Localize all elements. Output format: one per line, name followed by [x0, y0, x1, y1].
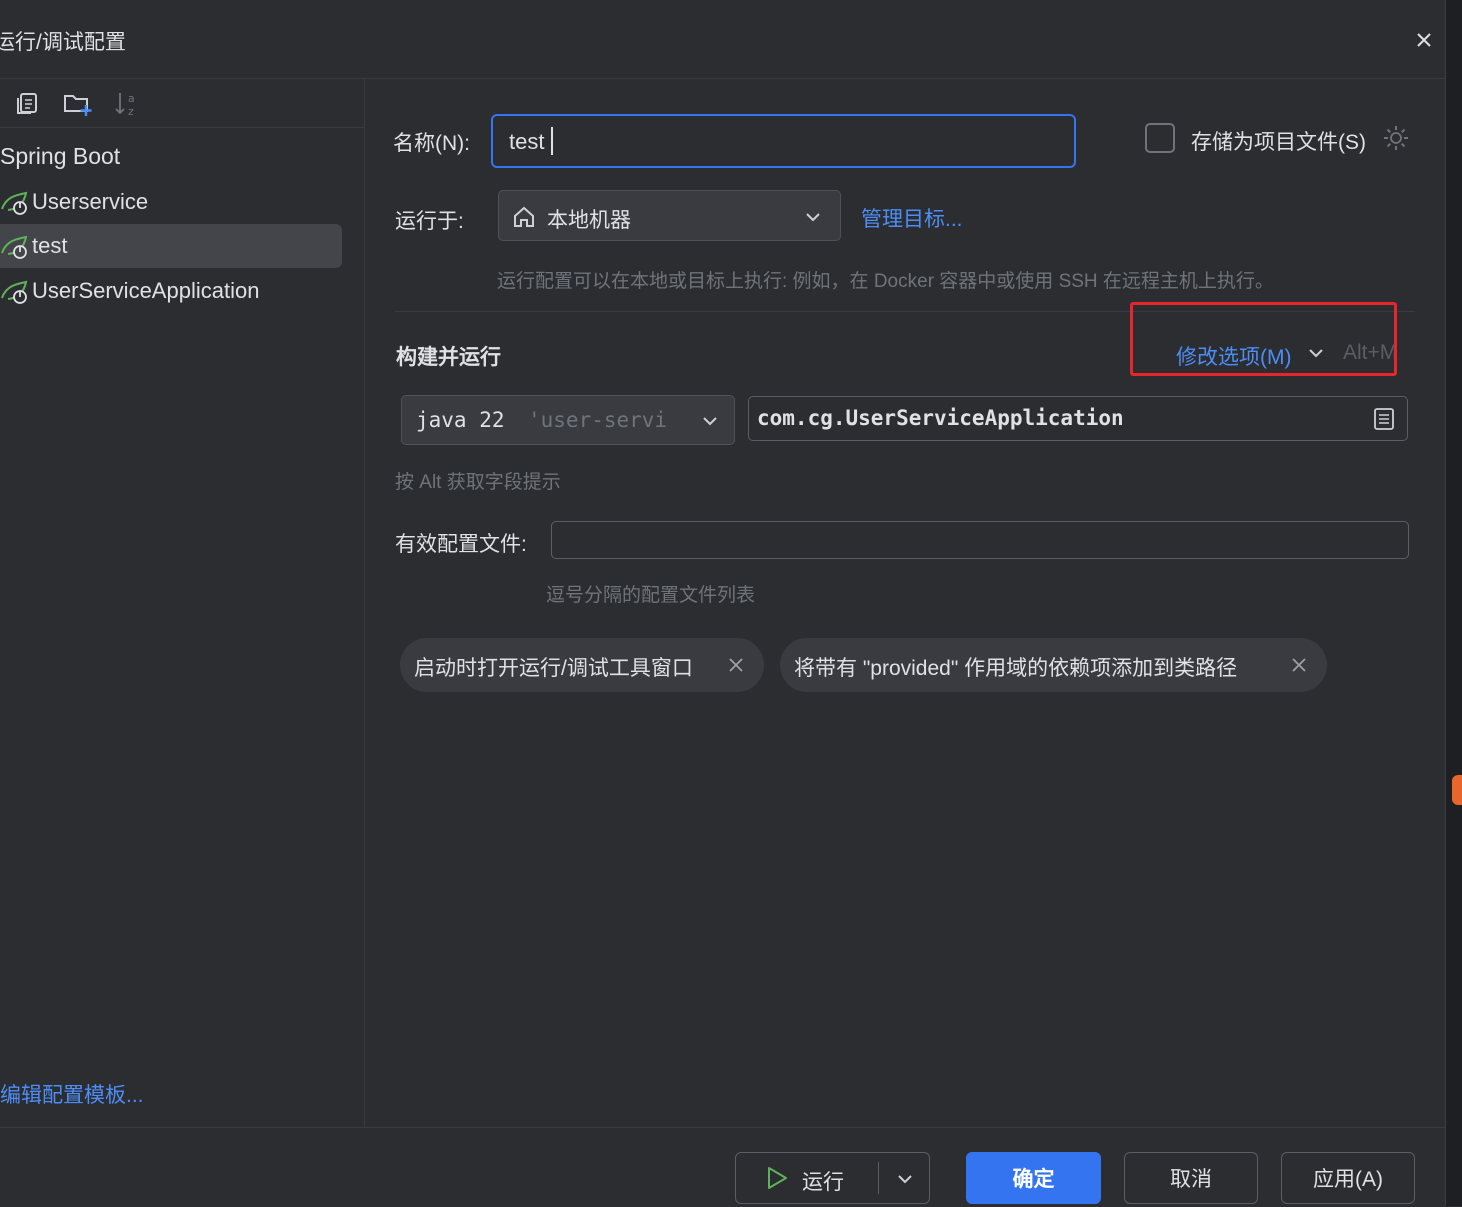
home-icon	[511, 204, 537, 230]
chip-label: 启动时打开运行/调试工具窗口	[414, 657, 693, 680]
cancel-button[interactable]: 取消	[1124, 1152, 1258, 1204]
profiles-hint: 逗号分隔的配置文件列表	[546, 585, 756, 606]
text-cursor	[551, 127, 553, 155]
run-on-dropdown[interactable]: 本地机器	[498, 190, 841, 241]
browse-file-icon[interactable]	[1371, 405, 1397, 433]
run-on-label: 运行于:	[395, 210, 464, 233]
run-on-value: 本地机器	[547, 209, 631, 232]
svg-text:z: z	[128, 105, 134, 118]
store-project-file-label[interactable]: 存储为项目文件(S)	[1191, 126, 1366, 156]
active-profiles-input[interactable]	[551, 521, 1409, 559]
option-chip-open-tool-window[interactable]: 启动时打开运行/调试工具窗口	[400, 638, 764, 692]
close-icon[interactable]	[1290, 656, 1308, 674]
copy-config-icon[interactable]	[14, 89, 42, 117]
close-icon[interactable]	[1410, 26, 1438, 54]
run-debug-dialog: 运行/调试配置 a z Spring Boot Userservice test…	[0, 0, 1445, 1206]
title-bar: 运行/调试配置	[0, 0, 1445, 79]
gear-icon[interactable]	[1381, 123, 1411, 153]
play-icon	[764, 1165, 790, 1191]
alt-hint: 按 Alt 获取字段提示	[395, 472, 561, 493]
run-button[interactable]: 运行	[735, 1152, 930, 1204]
section-title: 构建并运行	[396, 346, 501, 369]
spring-boot-icon	[0, 278, 30, 306]
run-on-hint: 运行配置可以在本地或目标上执行: 例如，在 Docker 容器中或使用 SSH …	[497, 271, 1274, 292]
svg-text:a: a	[128, 92, 135, 105]
sort-alpha-icon[interactable]: a z	[112, 89, 140, 118]
new-folder-icon[interactable]	[62, 89, 92, 117]
notification-badge	[1452, 775, 1462, 805]
tree-item-userserviceapplication[interactable]: UserServiceApplication	[0, 269, 342, 313]
tree-item-test[interactable]: test	[0, 224, 342, 268]
config-sidebar: a z Spring Boot Userservice test UserSer…	[0, 79, 365, 1127]
name-label: 名称(N):	[393, 132, 470, 155]
tree-item-label: Userservice	[32, 189, 149, 214]
active-profiles-label: 有效配置文件:	[395, 533, 527, 556]
chevron-down-icon	[803, 207, 823, 227]
jdk-version: java 22	[416, 408, 505, 432]
store-project-file-checkbox[interactable]	[1145, 123, 1175, 153]
name-input-value: test	[509, 129, 545, 154]
spring-boot-icon	[0, 189, 30, 217]
run-button-label: 运行	[802, 1171, 844, 1194]
option-chip-provided-scope[interactable]: 将带有 "provided" 作用域的依赖项添加到类路径	[780, 638, 1327, 692]
tree-item-userservice[interactable]: Userservice	[0, 180, 342, 224]
jdk-module: 'user-servi	[528, 408, 668, 432]
tree-item-label: test	[32, 233, 68, 258]
edit-templates-link[interactable]: 编辑配置模板...	[0, 1079, 144, 1109]
dialog-title: 运行/调试配置	[0, 31, 126, 54]
spring-boot-icon	[0, 233, 30, 261]
highlight-box	[1130, 302, 1397, 376]
jdk-dropdown[interactable]: java 22 'user-servi	[401, 395, 735, 445]
main-class-input[interactable]: com.cg.UserServiceApplication	[748, 396, 1408, 441]
spring-boot-group-title[interactable]: Spring Boot	[0, 143, 120, 170]
bottom-button-bar: 运行 确定 取消 应用(A)	[0, 1127, 1445, 1207]
tree-item-label: UserServiceApplication	[32, 278, 260, 303]
close-icon[interactable]	[727, 656, 745, 674]
apply-button[interactable]: 应用(A)	[1281, 1152, 1415, 1204]
config-form: 名称(N): test 存储为项目文件(S) 运行于: 本地机器 管理目标...…	[365, 79, 1445, 1127]
main-class-value: com.cg.UserServiceApplication	[757, 406, 1124, 430]
background-window-edge	[1445, 0, 1462, 1206]
manage-targets-link[interactable]: 管理目标...	[861, 203, 963, 233]
ok-button[interactable]: 确定	[966, 1152, 1101, 1204]
chevron-down-icon[interactable]	[894, 1168, 916, 1190]
chip-label: 将带有 "provided" 作用域的依赖项添加到类路径	[794, 657, 1238, 680]
split-divider	[878, 1162, 879, 1194]
sidebar-toolbar: a z	[0, 79, 364, 128]
name-input[interactable]: test	[491, 114, 1076, 168]
chevron-down-icon	[700, 411, 720, 431]
